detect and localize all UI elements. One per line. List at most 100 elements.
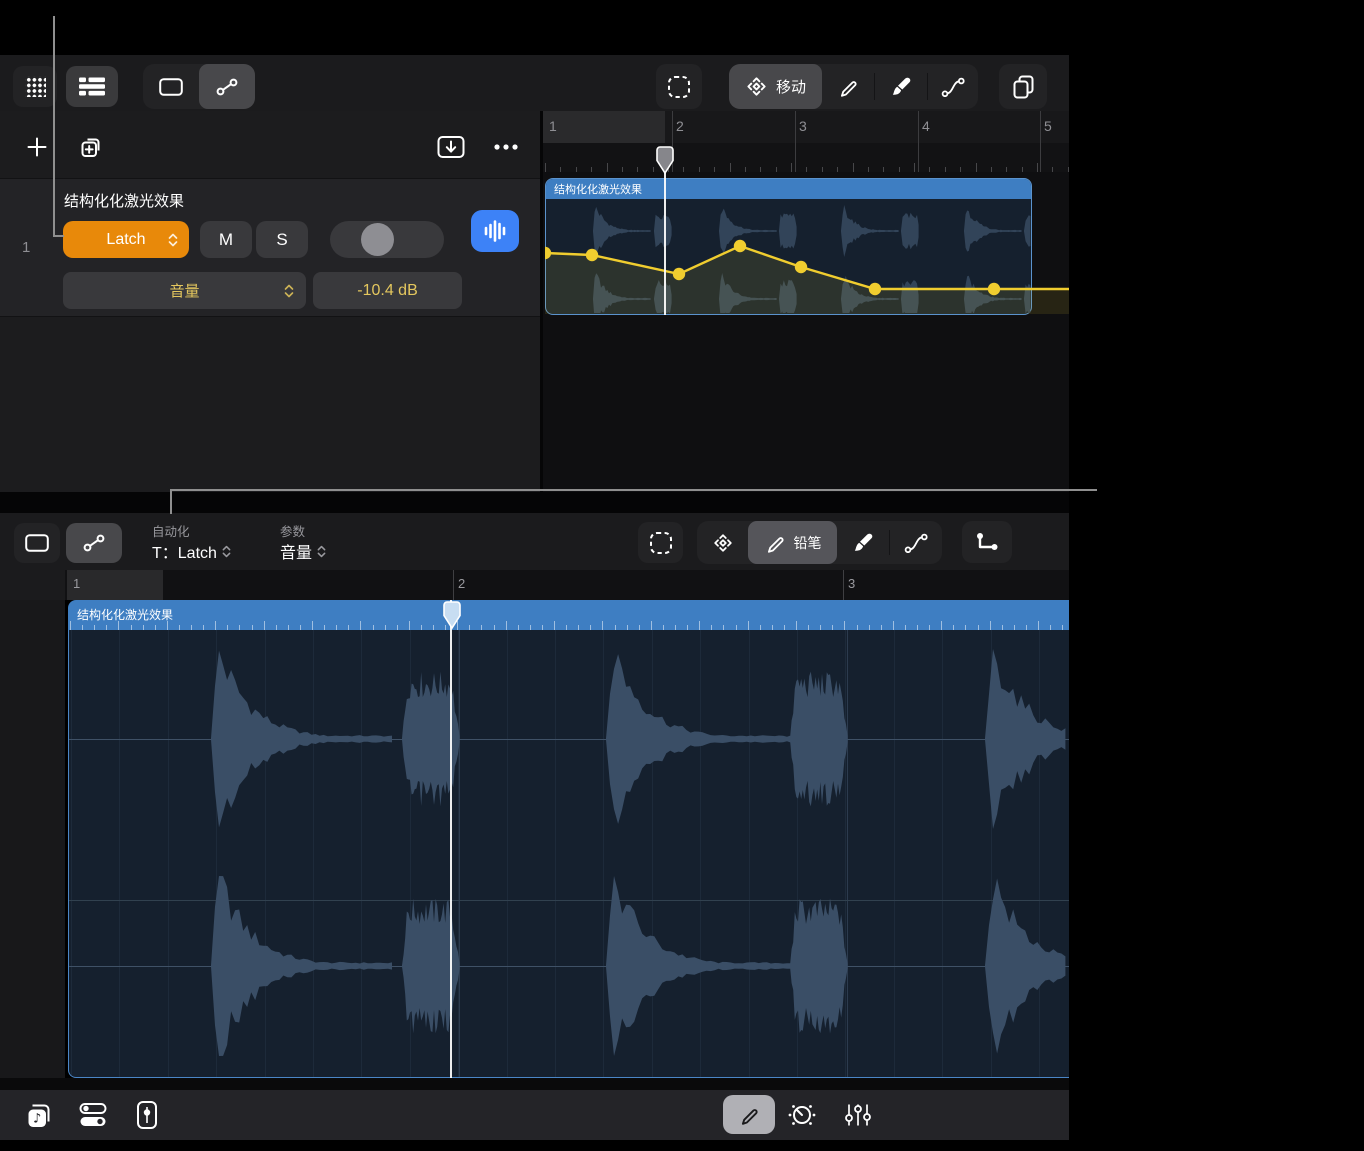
- automation-mode-segment[interactable]: [199, 64, 255, 109]
- step-input-button[interactable]: [962, 521, 1012, 563]
- grid-view-button[interactable]: [13, 66, 57, 107]
- grid-beat-line: [167, 630, 169, 1077]
- top-ruler-numbers[interactable]: 1 2 3 4 5: [543, 111, 1069, 143]
- ruler-tick: [852, 163, 854, 172]
- curve-tool-segment[interactable]: [928, 64, 978, 109]
- curve-icon: [941, 77, 965, 97]
- top-playhead-marker[interactable]: [656, 146, 674, 175]
- ruler-tick: [729, 163, 731, 172]
- tracks-view-button[interactable]: [66, 66, 118, 107]
- mute-button[interactable]: M: [200, 221, 252, 258]
- grid-beat-line: [555, 630, 556, 1077]
- grid-beat-line: [797, 630, 798, 1077]
- editor-brush-tool-segment[interactable]: [837, 521, 889, 564]
- parameter-value-box[interactable]: -10.4 dB: [313, 272, 462, 309]
- parameter-select[interactable]: 音量: [63, 272, 306, 309]
- regions-mode-segment[interactable]: [143, 64, 199, 109]
- ruler-tick: [1052, 167, 1054, 172]
- editor-regions-mode-button[interactable]: [14, 523, 60, 563]
- duplicate-track-button[interactable]: [70, 128, 112, 166]
- automation-point[interactable]: [672, 267, 686, 281]
- more-icon: [494, 144, 518, 150]
- screenshot-root: 移动 1 结构化化激光效果 Latch M S 音量 -10.4 dB 1 2 …: [0, 0, 1364, 1151]
- band-tick: [215, 621, 217, 630]
- svg-text:♪: ♪: [33, 1112, 41, 1127]
- band-tick: [650, 621, 652, 630]
- automation-point[interactable]: [868, 282, 882, 296]
- move-tool-label: 移动: [775, 79, 806, 96]
- grid-beat-line: [1039, 630, 1040, 1077]
- band-tick: [166, 621, 168, 630]
- track-controls-button[interactable]: [72, 1096, 114, 1134]
- automation-mode-button[interactable]: Latch: [63, 221, 189, 258]
- band-tick: [505, 621, 507, 630]
- top-ruler-ticks[interactable]: [543, 143, 1069, 172]
- add-track-button[interactable]: [18, 128, 56, 166]
- editor-marquee-button[interactable]: [638, 522, 683, 563]
- grid-bar-line: [847, 630, 848, 1077]
- callout-line-automation-horizontal: [170, 489, 1097, 491]
- ruler-tick: [883, 167, 885, 172]
- automation-section-label: 自动化: [152, 525, 190, 539]
- grid-beat-line: [119, 630, 121, 1077]
- automation-overlay[interactable]: [545, 178, 1069, 315]
- ruler-tick: [898, 167, 900, 172]
- pencil-tool-segment[interactable]: [822, 64, 874, 109]
- grid-beat-line: [651, 630, 653, 1077]
- edit-pencil-button[interactable]: [723, 1095, 775, 1134]
- editor-ruler-gutter: [0, 570, 65, 600]
- ruler-label: 1: [73, 576, 81, 591]
- move-tool-segment[interactable]: 移动: [729, 64, 822, 109]
- grid-beat-line: [603, 630, 605, 1077]
- ruler-label: 5: [1044, 118, 1052, 134]
- ruler-tick: [929, 167, 931, 172]
- band-tick: [263, 621, 265, 630]
- mute-label: M: [218, 229, 234, 249]
- editor-playhead-marker[interactable]: [443, 601, 461, 630]
- mixer-button[interactable]: [837, 1096, 879, 1134]
- ruler-tick: [1037, 163, 1038, 172]
- automation-mode-value[interactable]: T：Latch: [152, 539, 231, 563]
- parameter-section-value[interactable]: 音量: [280, 539, 326, 563]
- ruler-range-box: [67, 570, 163, 600]
- solo-button[interactable]: S: [256, 221, 308, 258]
- ruler-tick: [867, 167, 869, 172]
- editor-move-tool-segment[interactable]: [697, 521, 748, 564]
- toggle-knob[interactable]: [361, 223, 394, 256]
- band-tick: [941, 621, 943, 630]
- copy-paste-button[interactable]: [999, 64, 1047, 109]
- editor-grid: [69, 630, 1069, 1077]
- smart-controls-button[interactable]: [781, 1096, 823, 1134]
- more-button[interactable]: [484, 129, 528, 165]
- ruler-tick: [744, 167, 746, 172]
- track-toggle[interactable]: [330, 221, 444, 258]
- ruler-tick: [944, 167, 946, 172]
- automation-point[interactable]: [987, 282, 1001, 296]
- editor-pencil-tool-segment[interactable]: 铅笔: [748, 521, 837, 564]
- automation-point[interactable]: [733, 239, 747, 253]
- waveform-button[interactable]: [471, 210, 519, 252]
- editor-tool-group: 铅笔: [697, 521, 942, 564]
- chevron-updown-icon: [222, 545, 231, 557]
- editor-region-band[interactable]: 结构化化激光效果: [68, 600, 1069, 630]
- pencil-tool-label: 铅笔: [793, 534, 822, 551]
- chevron-updown-icon: [168, 233, 178, 246]
- top-marquee-button[interactable]: [656, 64, 702, 109]
- fader-button[interactable]: [126, 1096, 168, 1134]
- step-corner-icon: [977, 533, 998, 550]
- ruler-tick: [575, 167, 577, 172]
- editor-curve-tool-segment[interactable]: [890, 521, 941, 564]
- callout-line-latch-vertical: [53, 16, 55, 237]
- brush-tool-segment[interactable]: [875, 64, 927, 109]
- callout-line-automation-vertical: [170, 489, 172, 514]
- ruler-tick: [545, 163, 546, 172]
- grid-beat-line: [216, 630, 218, 1077]
- editor-automation-mode-button[interactable]: [66, 523, 122, 563]
- automation-point[interactable]: [585, 248, 599, 262]
- automation-point[interactable]: [794, 260, 808, 274]
- editor-waveform-area[interactable]: [68, 630, 1069, 1078]
- editor-ruler[interactable]: 1 2 3: [65, 570, 1069, 600]
- ruler-label: 4: [922, 118, 930, 134]
- import-button[interactable]: [430, 129, 472, 165]
- loops-browser-button[interactable]: ♪: [18, 1096, 60, 1134]
